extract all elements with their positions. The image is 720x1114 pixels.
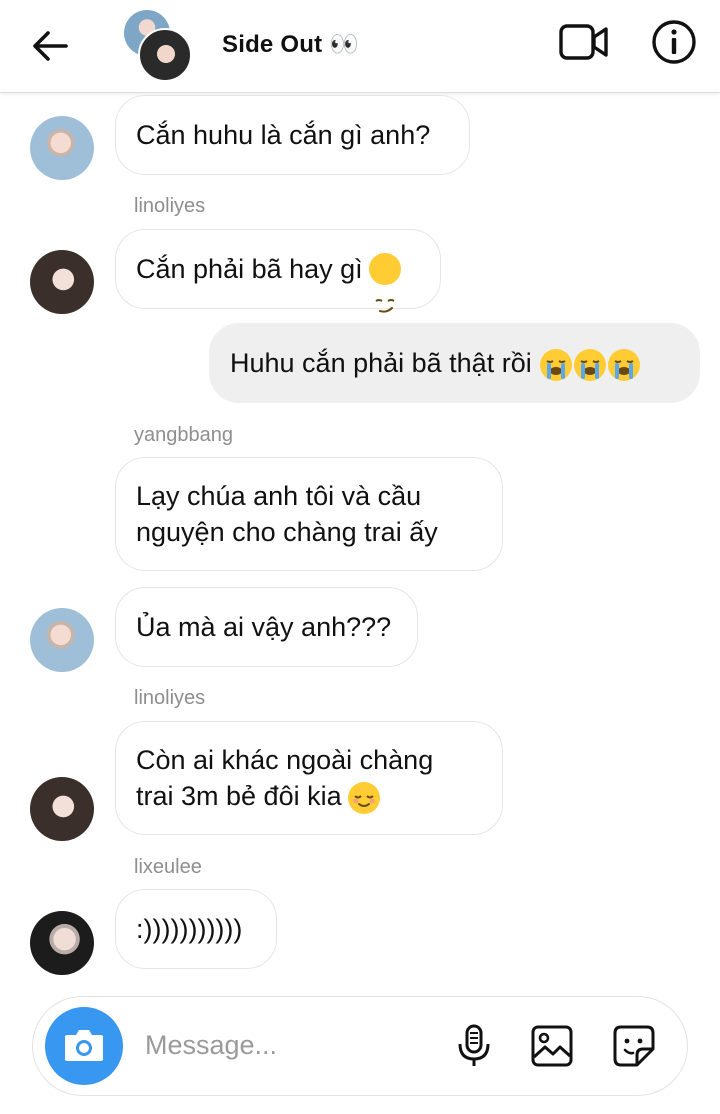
message-bubble[interactable]: Ủa mà ai vậy anh??? — [115, 587, 418, 667]
message-bubble[interactable]: :))))))))))) — [115, 889, 277, 969]
smirking-face-icon — [368, 253, 401, 313]
crying-face-icon — [539, 348, 572, 381]
group-avatar-member-2 — [138, 28, 192, 82]
message-bubble[interactable]: Lạy chúa anh tôi và cầu nguyện cho chàng… — [115, 457, 503, 571]
message-text: Huhu cắn phải bã thật rồi — [230, 348, 532, 378]
info-button[interactable] — [650, 18, 698, 66]
avatar[interactable] — [30, 608, 94, 672]
video-camera-icon — [559, 24, 608, 60]
camera-icon — [65, 1030, 103, 1061]
avatar[interactable] — [30, 777, 94, 841]
video-call-button[interactable] — [558, 20, 610, 64]
message-bubble[interactable]: Cắn phải bã hay gì — [115, 229, 441, 313]
message-text: Cắn huhu là cắn gì anh? — [136, 120, 431, 150]
sender-name: yangbbang — [134, 424, 233, 446]
camera-button[interactable] — [45, 1007, 123, 1085]
microphone-icon — [458, 1024, 490, 1066]
chat-header: Side Out 👀 — [0, 0, 720, 93]
message-composer — [32, 996, 688, 1096]
message-list[interactable]: Cắn huhu là cắn gì anh? linoliyes Cắn ph… — [0, 93, 720, 983]
sender-name: lixeulee — [134, 856, 202, 878]
relieved-face-icon — [347, 781, 380, 814]
arrow-left-icon — [33, 31, 68, 61]
crying-face-icon — [607, 348, 640, 381]
image-gallery-icon — [531, 1025, 573, 1067]
avatar[interactable] — [30, 250, 94, 314]
chat-title[interactable]: Side Out 👀 — [222, 30, 359, 59]
sticker-icon — [613, 1025, 655, 1067]
group-avatar[interactable] — [124, 10, 192, 82]
message-input[interactable] — [145, 1025, 415, 1065]
message-text: Cắn phải bã hay gì — [136, 254, 363, 284]
back-button[interactable] — [28, 24, 72, 68]
avatar[interactable] — [30, 116, 94, 180]
avatar[interactable] — [30, 911, 94, 975]
sticker-button[interactable] — [611, 1023, 657, 1069]
message-bubble-outgoing[interactable]: Huhu cắn phải bã thật rồi — [209, 323, 700, 403]
sender-name: linoliyes — [134, 687, 206, 709]
gallery-button[interactable] — [529, 1023, 575, 1069]
info-circle-icon — [652, 20, 696, 64]
message-bubble[interactable]: Cắn huhu là cắn gì anh? — [115, 95, 470, 175]
sender-name: linoliyes — [134, 195, 206, 217]
voice-message-button[interactable] — [451, 1023, 497, 1069]
message-text: Còn ai khác ngoài chàng trai 3m bẻ đôi k… — [136, 742, 433, 814]
message-bubble[interactable]: Còn ai khác ngoài chàng trai 3m bẻ đôi k… — [115, 721, 503, 835]
message-text: Ủa mà ai vậy anh??? — [136, 612, 392, 642]
message-text: Lạy chúa anh tôi và cầu nguyện cho chàng… — [136, 481, 438, 547]
message-text: :))))))))))) — [136, 914, 243, 944]
crying-face-icon — [573, 348, 606, 381]
